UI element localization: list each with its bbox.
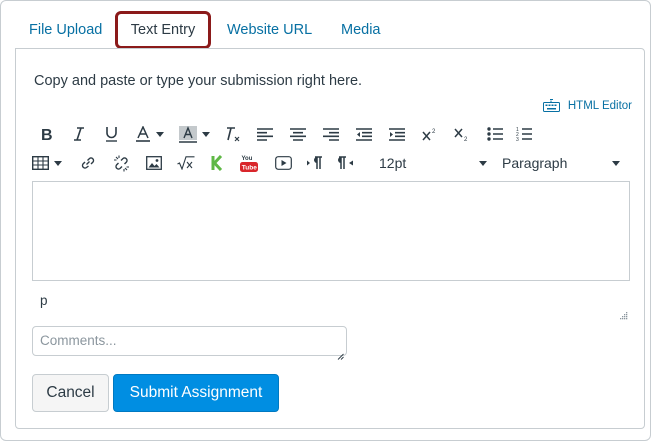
instructions-text: Copy and paste or type your submission r… <box>34 73 363 89</box>
block-format-select[interactable]: Paragraph <box>502 150 620 176</box>
tab-media[interactable]: Media <box>341 11 381 49</box>
indent-icon[interactable] <box>380 121 414 147</box>
rich-text-editor[interactable] <box>32 181 630 281</box>
image-icon[interactable] <box>138 150 170 176</box>
numbered-list-icon[interactable]: 123 <box>512 121 536 147</box>
svg-text:2: 2 <box>464 137 468 142</box>
align-left-icon[interactable] <box>248 121 282 147</box>
formatting-toolbar: B 2 2 1 2 3 <box>32 121 536 147</box>
submit-assignment-button[interactable]: Submit Assignment <box>113 374 279 412</box>
chevron-down-icon <box>612 160 620 166</box>
text-entry-panel: Copy and paste or type your submission r… <box>15 48 645 429</box>
tab-file-upload[interactable]: File Upload <box>29 11 102 49</box>
bullet-list-icon[interactable] <box>478 121 512 147</box>
svg-text:3: 3 <box>516 137 519 142</box>
superscript-icon[interactable]: 2 <box>414 121 446 147</box>
element-path: p <box>40 293 48 308</box>
svg-text:2: 2 <box>432 129 436 135</box>
tab-website-url[interactable]: Website URL <box>227 11 312 49</box>
outdent-icon[interactable] <box>348 121 380 147</box>
cancel-button[interactable]: Cancel <box>32 374 109 412</box>
chevron-down-icon <box>155 131 164 137</box>
comments-field[interactable] <box>32 326 347 356</box>
table-icon[interactable] <box>32 150 72 176</box>
resize-handle-icon[interactable] <box>619 307 628 320</box>
chevron-down-icon <box>479 160 487 166</box>
media-icon[interactable] <box>266 150 300 176</box>
submission-type-tabs: File Upload Text Entry Website URL Media <box>15 11 635 51</box>
ltr-icon[interactable] <box>300 150 330 176</box>
block-format-value: Paragraph <box>502 155 568 171</box>
underline-icon[interactable] <box>96 121 126 147</box>
font-size-select[interactable]: 12pt <box>379 150 487 176</box>
insert-toolbar: You Tube 12pt Paragraph <box>32 150 632 176</box>
youtube-icon[interactable]: You Tube <box>232 150 266 176</box>
clear-formatting-icon[interactable] <box>216 121 248 147</box>
math-equation-icon[interactable] <box>170 150 202 176</box>
tab-text-entry[interactable]: Text Entry <box>115 11 211 49</box>
align-right-icon[interactable] <box>314 121 348 147</box>
chevron-down-icon <box>201 131 210 137</box>
bold-icon[interactable]: B <box>32 121 62 147</box>
textarea-resize-icon[interactable] <box>337 347 344 360</box>
font-size-value: 12pt <box>379 155 407 171</box>
submission-dialog: File Upload Text Entry Website URL Media… <box>0 0 651 441</box>
svg-text:You: You <box>242 156 253 162</box>
align-center-icon[interactable] <box>282 121 314 147</box>
svg-text:B: B <box>41 127 53 141</box>
svg-text:Tube: Tube <box>242 165 257 172</box>
chevron-down-icon <box>54 160 62 166</box>
subscript-icon[interactable]: 2 <box>446 121 478 147</box>
italic-icon[interactable] <box>62 121 96 147</box>
link-icon[interactable] <box>72 150 104 176</box>
text-color-icon[interactable] <box>126 121 172 147</box>
kaltura-icon[interactable] <box>202 150 232 176</box>
html-editor-label: HTML Editor <box>567 99 632 112</box>
rtl-icon[interactable] <box>330 150 362 176</box>
keyboard-icon <box>542 99 560 112</box>
background-color-icon[interactable] <box>172 121 216 147</box>
html-editor-link[interactable]: HTML Editor <box>542 99 632 112</box>
unlink-icon[interactable] <box>104 150 138 176</box>
